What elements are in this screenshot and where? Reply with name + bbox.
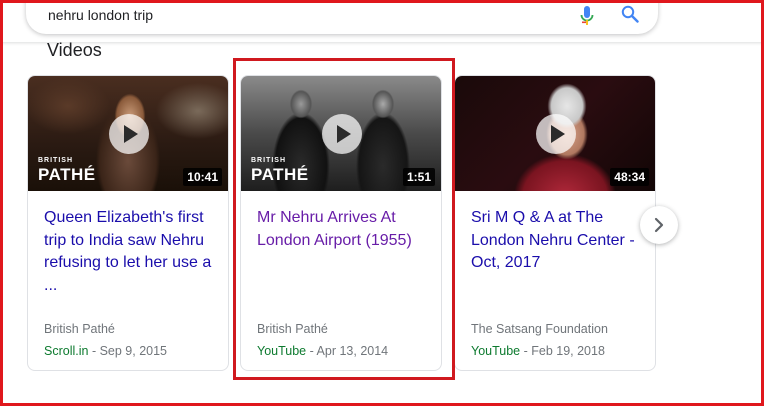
video-card-1[interactable]: BRITISH PATHÉ 10:41 Queen Elizabeth's fi… [27, 75, 229, 371]
video-duration: 10:41 [183, 168, 222, 186]
video-site: Scroll.in [44, 344, 89, 358]
video-thumbnail[interactable]: BRITISH PATHÉ 1:51 [241, 76, 441, 191]
pathe-watermark: BRITISH PATHÉ [251, 157, 309, 184]
section-title: Videos [47, 40, 102, 60]
video-title-link[interactable]: Mr Nehru Arrives At London Airport (1955… [257, 207, 433, 252]
video-meta: YouTube - Apr 13, 2014 [257, 344, 389, 358]
pathe-watermark: BRITISH PATHÉ [38, 157, 96, 184]
search-box[interactable] [26, 0, 658, 34]
video-duration: 1:51 [402, 168, 435, 186]
video-date: Sep 9, 2015 [99, 344, 167, 358]
search-icon[interactable] [621, 5, 639, 23]
video-thumbnail[interactable]: BRITISH PATHÉ 10:41 [28, 76, 228, 191]
play-icon[interactable] [109, 114, 149, 154]
video-date: Apr 13, 2014 [316, 344, 389, 358]
search-input[interactable] [48, 6, 548, 24]
video-title-link[interactable]: Sri M Q & A at The London Nehru Center -… [471, 207, 647, 275]
mic-icon[interactable] [580, 6, 594, 26]
video-meta: Scroll.in - Sep 9, 2015 [44, 344, 167, 358]
video-site: YouTube [471, 344, 521, 358]
video-duration: 48:34 [610, 168, 649, 186]
play-icon[interactable] [322, 114, 362, 154]
play-icon[interactable] [536, 114, 576, 154]
chevron-right-icon [654, 217, 664, 233]
video-title-link[interactable]: Queen Elizabeth's first trip to India sa… [44, 207, 220, 297]
video-channel: The Satsang Foundation [471, 322, 608, 336]
search-header [0, 0, 764, 42]
video-card-3[interactable]: 48:34 Sri M Q & A at The London Nehru Ce… [454, 75, 656, 371]
video-meta: YouTube - Feb 19, 2018 [471, 344, 605, 358]
video-date: Feb 19, 2018 [531, 344, 605, 358]
video-site: YouTube [257, 344, 307, 358]
video-thumbnail[interactable]: 48:34 [455, 76, 655, 191]
video-channel: British Pathé [257, 322, 328, 336]
video-channel: British Pathé [44, 322, 115, 336]
carousel-next-button[interactable] [640, 206, 678, 244]
video-card-2[interactable]: BRITISH PATHÉ 1:51 Mr Nehru Arrives At L… [240, 75, 442, 371]
